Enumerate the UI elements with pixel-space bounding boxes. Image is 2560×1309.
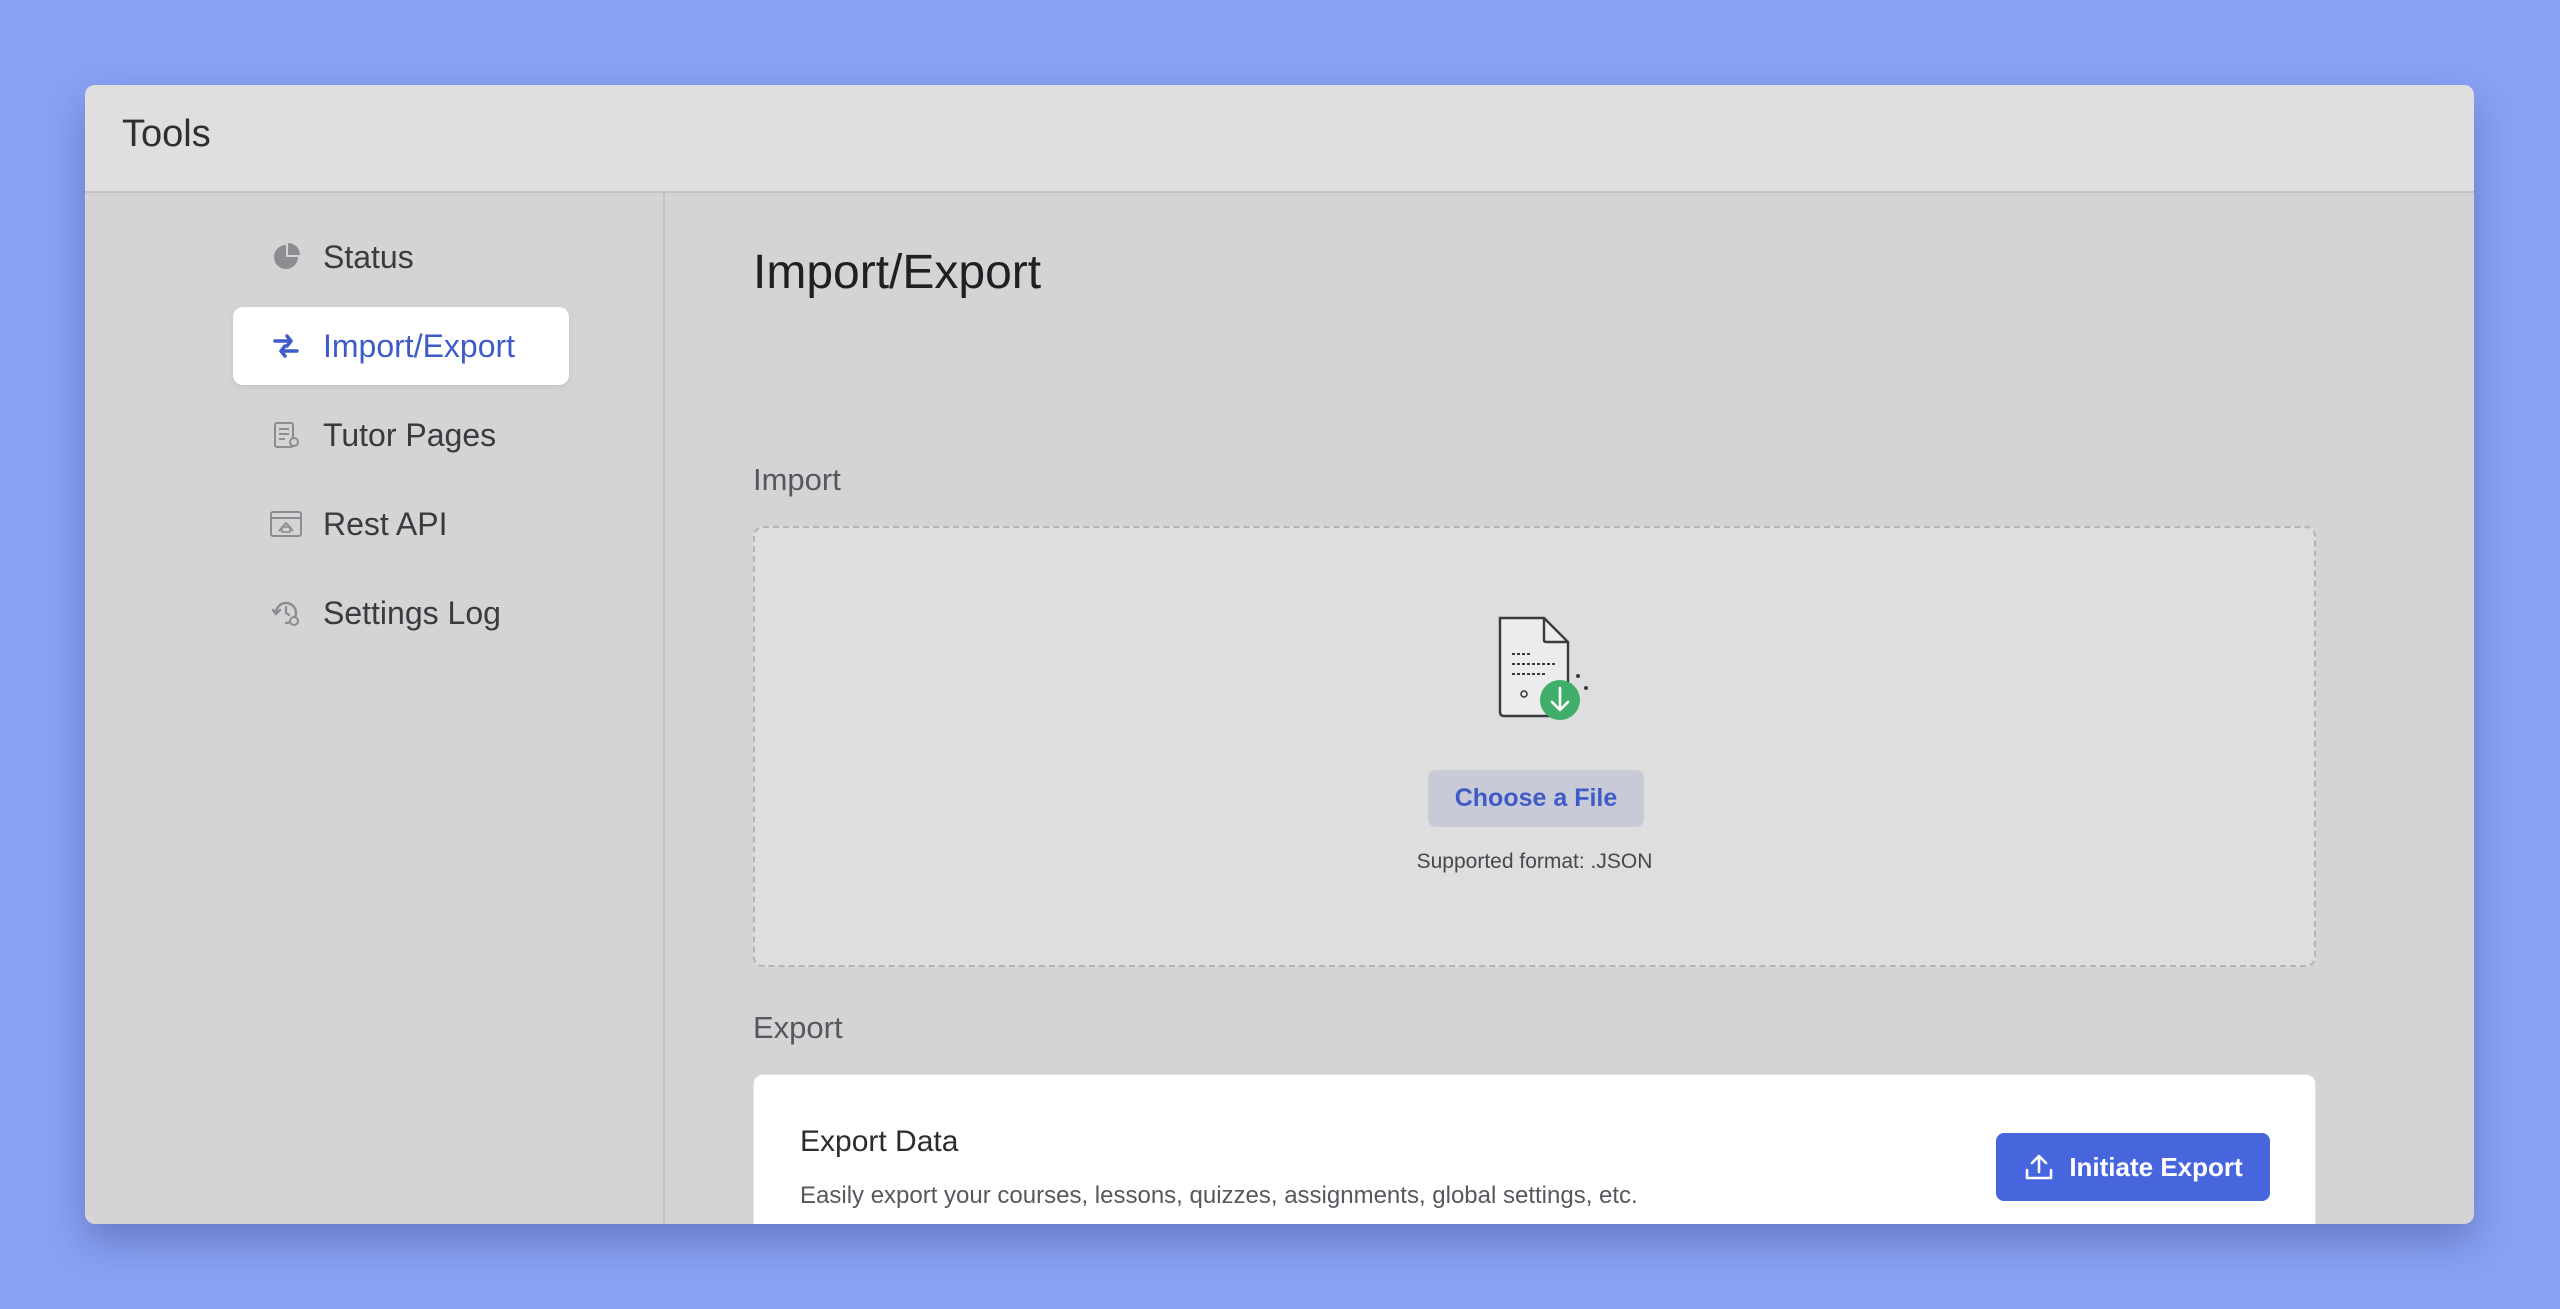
export-section-label: Export xyxy=(753,1010,843,1045)
page-title: Import/Export xyxy=(753,246,1042,299)
app-title: Tools xyxy=(122,113,211,155)
history-gear-icon xyxy=(269,596,303,630)
supported-format-text: Supported format: .JSON xyxy=(1416,850,1653,873)
main-content: Import/Export Import Choose a File Suppo… xyxy=(665,193,2474,1224)
sidebar-item-settings-log[interactable]: Settings Log xyxy=(233,574,569,652)
initiate-export-label: Initiate Export xyxy=(2069,1151,2243,1182)
sidebar-item-rest-api[interactable]: Rest API xyxy=(233,485,569,563)
pie-chart-icon xyxy=(269,240,303,274)
sidebar-item-label: Settings Log xyxy=(323,594,501,631)
sidebar-item-label: Tutor Pages xyxy=(323,416,497,453)
export-card: Export Data Easily export your courses, … xyxy=(753,1074,2316,1224)
import-section-label: Import xyxy=(753,462,841,497)
initiate-export-button[interactable]: Initiate Export xyxy=(1996,1133,2270,1201)
document-settings-icon xyxy=(269,418,303,452)
top-bar: Tools xyxy=(85,85,2474,193)
sidebar-item-label: Rest API xyxy=(323,505,448,542)
api-window-icon xyxy=(269,507,303,541)
import-dropzone[interactable]: Choose a File Supported format: .JSON xyxy=(753,526,2316,967)
file-download-icon xyxy=(1486,610,1596,730)
export-card-description: Easily export your courses, lessons, qui… xyxy=(800,1182,1638,1209)
sidebar-item-import-export[interactable]: Import/Export xyxy=(233,307,569,385)
sidebar-item-status[interactable]: Status xyxy=(233,218,569,296)
sidebar-item-label: Status xyxy=(323,238,414,275)
tools-window: Tools Status Import/Export Tutor Pages R… xyxy=(85,85,2474,1224)
sidebar-item-tutor-pages[interactable]: Tutor Pages xyxy=(233,396,569,474)
export-card-title: Export Data xyxy=(800,1125,959,1158)
sidebar-item-label: Import/Export xyxy=(323,327,516,364)
upload-icon xyxy=(2023,1151,2055,1183)
swap-arrows-icon xyxy=(269,329,303,363)
sidebar: Status Import/Export Tutor Pages Rest AP… xyxy=(85,193,665,1224)
choose-file-button[interactable]: Choose a File xyxy=(1428,770,1644,827)
